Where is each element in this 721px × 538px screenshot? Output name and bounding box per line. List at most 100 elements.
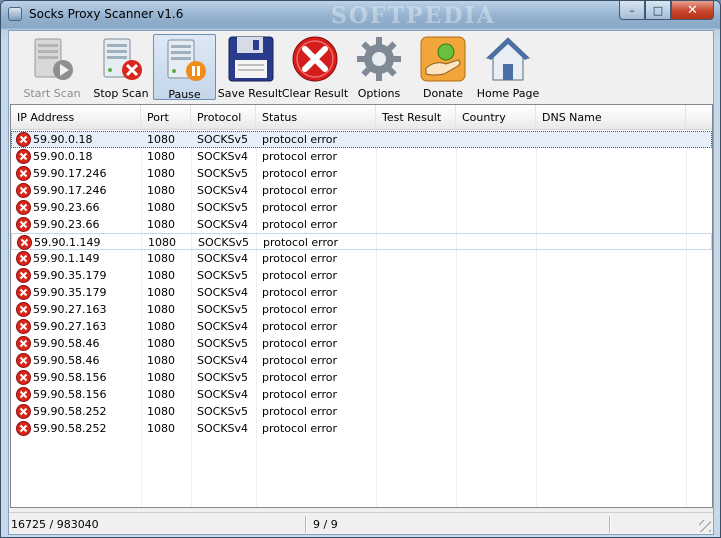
cell-status: protocol error — [262, 388, 337, 401]
error-icon — [16, 319, 31, 334]
home-icon — [483, 34, 533, 84]
gear-icon — [354, 34, 404, 84]
table-row[interactable]: 59.90.27.163 1080 SOCKSv4 protocol error — [11, 318, 712, 335]
donate-button[interactable]: Donate — [417, 34, 469, 100]
column-header-country[interactable]: Country — [456, 105, 536, 130]
cell-status: protocol error — [262, 337, 337, 350]
red-x-icon — [290, 34, 340, 84]
table-header: IP Address Port Protocol Status Test Res… — [11, 105, 712, 130]
table-row[interactable]: 59.90.35.179 1080 SOCKSv5 protocol error — [11, 267, 712, 284]
threads-count-text: 9 / 9 — [313, 518, 338, 531]
clear-result-button[interactable]: Clear Result — [282, 34, 348, 100]
cell-country — [456, 182, 536, 199]
results-table[interactable]: IP Address Port Protocol Status Test Res… — [10, 104, 713, 508]
cell-status: protocol error — [262, 150, 337, 163]
cell-status: protocol error — [262, 422, 337, 435]
cell-protocol: SOCKSv4 — [197, 184, 249, 197]
cell-ip-address: 59.90.27.163 — [33, 303, 107, 316]
error-icon — [16, 353, 31, 368]
home-page-button[interactable]: Home Page — [477, 34, 539, 100]
column-header-status[interactable]: Status — [256, 105, 376, 130]
error-icon — [16, 404, 31, 419]
cell-status: protocol error — [262, 184, 337, 197]
toolbar: Start Scan Stop Scan Pause Save Result C… — [9, 31, 713, 102]
cell-ip-address: 59.90.58.252 — [33, 422, 107, 435]
table-row[interactable]: 59.90.1.149 1080 SOCKSv4 protocol error — [11, 250, 712, 267]
save-result-button[interactable]: Save Result — [218, 34, 282, 100]
cell-test-result — [376, 148, 456, 165]
cell-status: protocol error — [262, 371, 337, 384]
cell-ip-address: 59.90.17.246 — [33, 184, 107, 197]
resize-grip[interactable] — [699, 520, 711, 532]
minimize-button[interactable]: – — [619, 1, 645, 20]
column-header-dns-name[interactable]: DNS Name — [536, 105, 686, 130]
table-row[interactable]: 59.90.0.18 1080 SOCKSv5 protocol error — [11, 131, 712, 148]
table-row[interactable]: 59.90.27.163 1080 SOCKSv5 protocol error — [11, 301, 712, 318]
cell-test-result — [376, 284, 456, 301]
start-scan-label: Start Scan — [23, 87, 81, 100]
cell-dns-name — [536, 335, 686, 352]
cell-status: protocol error — [262, 201, 337, 214]
cell-test-result — [376, 369, 456, 386]
maximize-button[interactable]: □ — [645, 1, 671, 20]
cell-ip-address: 59.90.58.46 — [33, 337, 100, 350]
cell-status: protocol error — [262, 252, 337, 265]
cell-country — [456, 386, 536, 403]
stop-scan-button[interactable]: Stop Scan — [91, 34, 151, 100]
softpedia-watermark: SOFTPEDIA — [331, 3, 496, 29]
table-row[interactable]: 59.90.58.46 1080 SOCKSv5 protocol error — [11, 335, 712, 352]
pause-button[interactable]: Pause — [153, 34, 216, 101]
cell-ip-address: 59.90.58.156 — [33, 388, 107, 401]
error-icon — [16, 285, 31, 300]
cell-test-result — [376, 335, 456, 352]
table-row[interactable]: 59.90.23.66 1080 SOCKSv4 protocol error — [11, 216, 712, 233]
stop-scan-label: Stop Scan — [93, 87, 149, 100]
title-bar[interactable]: Socks Proxy Scanner v1.6 SOFTPEDIA – □ ✕ — [1, 1, 720, 29]
start-scan-button[interactable]: Start Scan — [21, 34, 83, 100]
table-row[interactable]: 59.90.58.46 1080 SOCKSv4 protocol error — [11, 352, 712, 369]
table-row[interactable]: 59.90.58.156 1080 SOCKSv5 protocol error — [11, 369, 712, 386]
table-row[interactable]: 59.90.17.246 1080 SOCKSv5 protocol error — [11, 165, 712, 182]
cell-test-result — [376, 165, 456, 182]
cell-port: 1080 — [147, 150, 175, 163]
table-row[interactable]: 59.90.58.156 1080 SOCKSv4 protocol error — [11, 386, 712, 403]
table-body: 59.90.0.18 1080 SOCKSv5 protocol error 59.90… — [11, 131, 712, 437]
table-row[interactable]: 59.90.35.179 1080 SOCKSv4 protocol error — [11, 284, 712, 301]
table-row[interactable]: 59.90.58.252 1080 SOCKSv5 protocol error — [11, 403, 712, 420]
table-row[interactable]: 59.90.0.18 1080 SOCKSv4 protocol error — [11, 148, 712, 165]
cell-protocol: SOCKSv5 — [197, 167, 249, 180]
cell-dns-name — [536, 199, 686, 216]
cell-country — [456, 199, 536, 216]
column-header-test-result[interactable]: Test Result — [376, 105, 456, 130]
cell-port: 1080 — [147, 201, 175, 214]
column-header-ip-address[interactable]: IP Address — [11, 105, 141, 130]
cell-ip-address: 59.90.58.156 — [33, 371, 107, 384]
cell-status: protocol error — [262, 133, 337, 146]
column-header-port[interactable]: Port — [141, 105, 191, 130]
column-header-protocol[interactable]: Protocol — [191, 105, 256, 130]
cell-dns-name — [536, 403, 686, 420]
cell-country — [456, 352, 536, 369]
cell-dns-name — [537, 234, 687, 251]
table-row[interactable]: 59.90.1.149 1080 SOCKSv5 protocol error — [11, 233, 712, 250]
cell-dns-name — [536, 386, 686, 403]
cell-status: protocol error — [262, 303, 337, 316]
cell-port: 1080 — [147, 269, 175, 282]
cell-ip-address: 59.90.35.179 — [33, 286, 107, 299]
cell-port: 1080 — [147, 286, 175, 299]
cell-protocol: SOCKSv4 — [197, 252, 249, 265]
cell-protocol: SOCKSv4 — [197, 354, 249, 367]
close-button[interactable]: ✕ — [671, 1, 714, 20]
cell-test-result — [376, 182, 456, 199]
cell-test-result — [376, 420, 456, 437]
table-row[interactable]: 59.90.23.66 1080 SOCKSv5 protocol error — [11, 199, 712, 216]
cell-ip-address: 59.90.1.149 — [34, 236, 101, 249]
cell-dns-name — [536, 148, 686, 165]
cell-country — [456, 284, 536, 301]
error-icon — [16, 268, 31, 283]
cell-dns-name — [536, 131, 686, 148]
table-row[interactable]: 59.90.58.252 1080 SOCKSv4 protocol error — [11, 420, 712, 437]
server-stop-icon — [96, 34, 146, 84]
table-row[interactable]: 59.90.17.246 1080 SOCKSv4 protocol error — [11, 182, 712, 199]
options-button[interactable]: Options — [354, 34, 404, 100]
